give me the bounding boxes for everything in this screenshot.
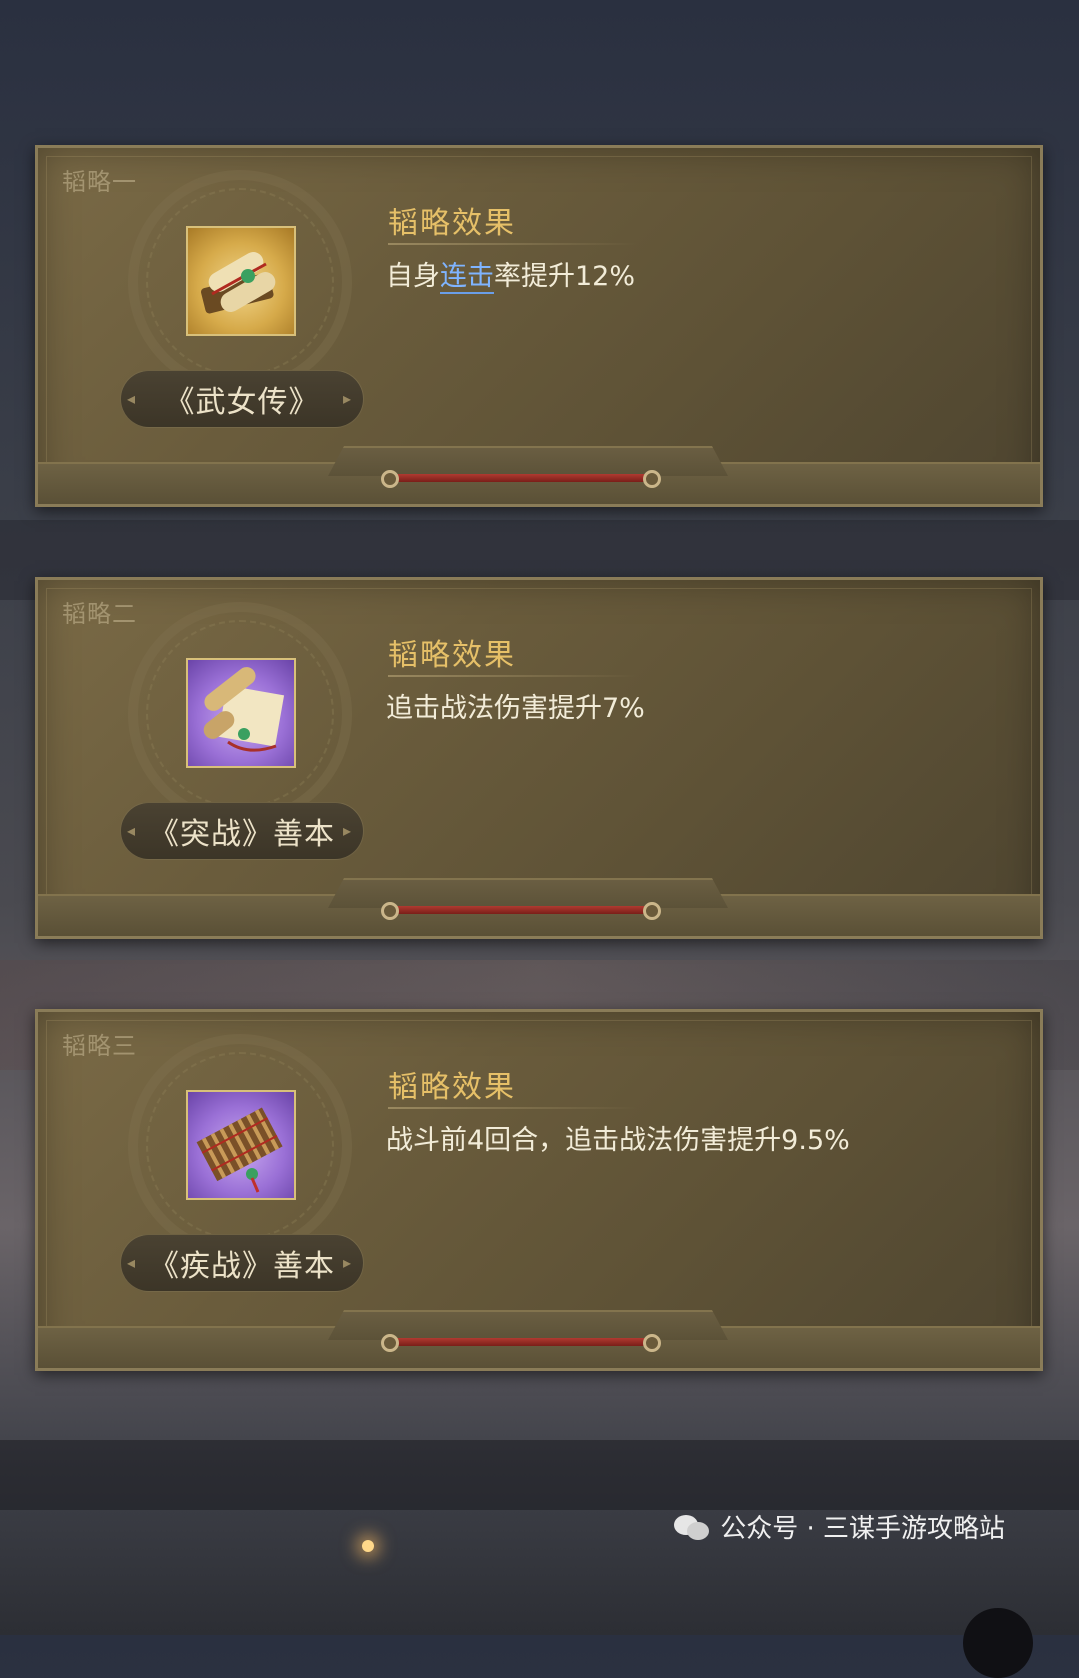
lantern-glow [362,1540,374,1552]
cord-knot [643,470,661,488]
watermark: 公众号 · 三谋手游攻略站 [674,1508,1005,1545]
divider [388,675,638,677]
panel-tag: 韬略一 [62,168,137,196]
panel-tag: 韬略三 [62,1032,137,1060]
red-cord [388,474,652,482]
keyword-link[interactable]: 连击 [440,261,494,294]
strategy-panel-1: 韬略一 ◂ 《武女传》 ▸ 韬略效果 自身连击率提升12% [35,145,1043,507]
item-name-plate: ◂ 《突战》善本 ▸ [120,802,364,860]
effect-description: 自身连击率提升12% [386,261,636,294]
corner-shape [963,1608,1033,1678]
scroll-icon[interactable] [186,226,296,336]
red-cord [388,906,652,914]
effect-title: 韬略效果 [388,1070,516,1105]
effect-title: 韬略效果 [388,206,516,241]
wechat-icon [674,1513,710,1541]
cord-knot [643,1334,661,1352]
effect-title: 韬略效果 [388,638,516,673]
cord-knot [643,902,661,920]
cord-knot [381,1334,399,1352]
divider [388,243,638,245]
item-name: 《突战》善本 [149,817,335,852]
cord-knot [381,902,399,920]
item-name-plate: ◂ 《疾战》善本 ▸ [120,1234,364,1292]
effect-description: 战斗前4回合，追击战法伤害提升9.5% [386,1125,850,1156]
item-name: 《疾战》善本 [149,1249,335,1284]
panel-tag: 韬略二 [62,600,137,628]
strategy-panel-2: 韬略二 ◂ 《突战》善本 ▸ 韬略效果 追击战法伤害提升7% [35,577,1043,939]
red-cord [388,1338,652,1346]
scroll-icon[interactable] [186,658,296,768]
background-band [0,1440,1079,1510]
item-name-plate: ◂ 《武女传》 ▸ [120,370,364,428]
strategy-panel-3: 韬略三 ◂ 《疾战》善本 ▸ 韬略效果 战斗前4回合，追击战法伤害提升9.5% [35,1009,1043,1371]
cord-knot [381,470,399,488]
effect-description: 追击战法伤害提升7% [386,693,645,724]
watermark-text: 公众号 · 三谋手游攻略站 [720,1514,1005,1544]
bamboo-book-icon[interactable] [186,1090,296,1200]
item-name: 《武女传》 [164,385,320,420]
divider [388,1107,638,1109]
